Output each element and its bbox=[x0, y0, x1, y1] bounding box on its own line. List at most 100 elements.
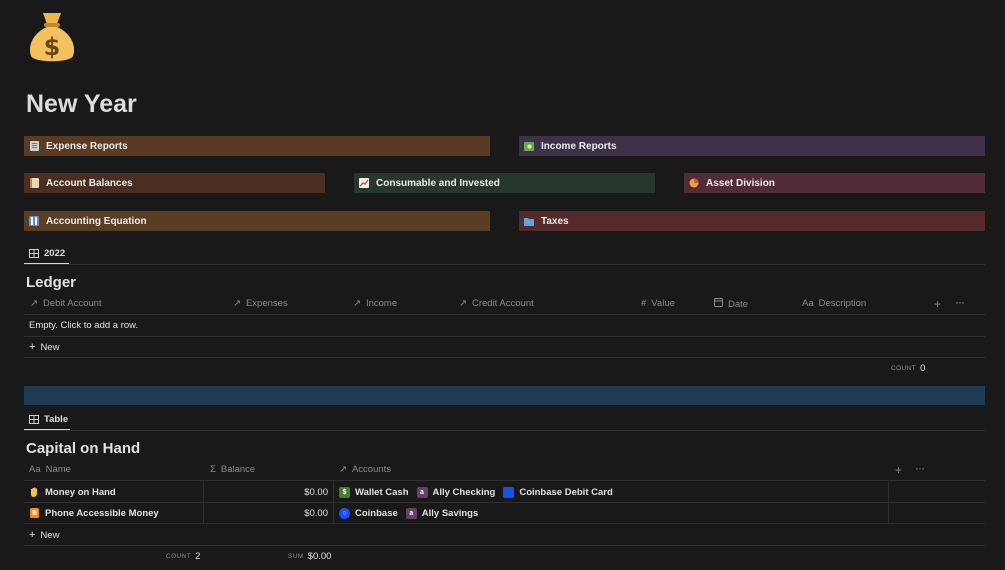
more-options-icon[interactable]: ··· bbox=[915, 461, 925, 475]
capital-count-calculation[interactable]: COUNT 2 bbox=[166, 550, 201, 562]
text-aa-icon: Aa bbox=[802, 298, 814, 309]
more-options-icon[interactable]: ··· bbox=[955, 295, 965, 309]
callout-label: Consumable and Invested bbox=[376, 177, 500, 189]
column-balance[interactable]: Σ Balance bbox=[210, 464, 255, 475]
ledger-count-calculation[interactable]: COUNT 0 bbox=[891, 363, 925, 374]
raised-hand-icon bbox=[30, 487, 39, 497]
relation-chip[interactable]: a Ally Checking bbox=[416, 486, 495, 498]
relation-arrow-icon: ↗ bbox=[459, 298, 467, 309]
column-name[interactable]: Aa Name bbox=[29, 464, 71, 475]
dollar-banknote-icon: $ bbox=[339, 486, 350, 498]
callout-label: Taxes bbox=[541, 215, 569, 227]
tab-label: Table bbox=[44, 414, 69, 425]
column-description[interactable]: Aa Description bbox=[802, 298, 866, 309]
column-value[interactable]: # Value bbox=[641, 298, 675, 309]
column-label: Name bbox=[45, 464, 71, 475]
notebook-icon bbox=[29, 178, 39, 188]
column-income[interactable]: ↗ Income bbox=[353, 298, 397, 309]
divider bbox=[24, 502, 985, 503]
divider bbox=[24, 314, 985, 315]
chip-label: Coinbase Debit Card bbox=[519, 486, 613, 498]
ally-logo-icon: a bbox=[405, 507, 417, 519]
divider bbox=[24, 264, 985, 265]
divider bbox=[24, 336, 985, 337]
text-aa-icon: Aa bbox=[29, 464, 41, 475]
callout-label: Asset Division bbox=[706, 177, 775, 189]
sigma-icon: Σ bbox=[210, 464, 216, 475]
new-row-button[interactable]: + New bbox=[29, 529, 59, 541]
tab-table[interactable]: Table bbox=[26, 412, 71, 427]
callout-income-reports[interactable]: Income Reports bbox=[519, 136, 985, 156]
divider bbox=[24, 545, 985, 546]
column-expenses[interactable]: ↗ Expenses bbox=[233, 298, 288, 309]
row-name-label: Money on Hand bbox=[45, 486, 116, 498]
column-credit-account[interactable]: ↗ Credit Account bbox=[459, 298, 534, 309]
relation-arrow-icon: ↗ bbox=[339, 464, 347, 475]
relation-arrow-icon: ↗ bbox=[353, 298, 361, 309]
calendar-icon bbox=[714, 298, 723, 310]
column-debit-account[interactable]: ↗ Debit Account bbox=[30, 298, 102, 309]
tab-label: 2022 bbox=[44, 248, 66, 259]
row-balance-value: $0.00 bbox=[304, 486, 328, 498]
relation-chip[interactable]: ○ Coinbase bbox=[339, 507, 398, 519]
column-label: Value bbox=[651, 298, 675, 309]
callout-label: Income Reports bbox=[541, 140, 617, 152]
count-value: 2 bbox=[195, 550, 201, 562]
pie-chart-icon bbox=[689, 178, 699, 188]
add-property-plus-icon[interactable]: + bbox=[895, 463, 902, 477]
relation-chip[interactable]: a Ally Savings bbox=[405, 507, 479, 519]
divider bbox=[24, 480, 985, 481]
color-banner bbox=[24, 386, 985, 405]
ledger-title: Ledger bbox=[26, 274, 77, 291]
new-row-button[interactable]: + New bbox=[29, 341, 59, 353]
chip-label: Ally Savings bbox=[421, 507, 479, 519]
row-balance-value: $0.00 bbox=[304, 507, 328, 519]
callout-consumable-and-invested[interactable]: Consumable and Invested bbox=[354, 173, 655, 193]
relation-chip[interactable]: Coinbase Debit Card bbox=[503, 486, 613, 498]
plus-icon: + bbox=[29, 341, 36, 353]
empty-table-message[interactable]: Empty. Click to add a row. bbox=[29, 320, 138, 331]
relation-arrow-icon: ↗ bbox=[30, 298, 38, 309]
folder-icon bbox=[524, 216, 534, 226]
relation-chip[interactable]: $ Wallet Cash bbox=[339, 486, 409, 498]
callout-account-balances[interactable]: Account Balances bbox=[24, 173, 325, 193]
money-bag-icon[interactable]: $ bbox=[27, 10, 77, 65]
coinbase-logo-icon: ○ bbox=[339, 507, 350, 519]
svg-text:$: $ bbox=[44, 33, 61, 61]
callout-label: Expense Reports bbox=[46, 140, 128, 152]
ally-logo-icon: a bbox=[416, 486, 428, 498]
callout-expense-reports[interactable]: Expense Reports bbox=[24, 136, 490, 156]
column-label: Credit Account bbox=[471, 298, 534, 309]
column-label: Accounts bbox=[351, 464, 392, 475]
sum-value: $0.00 bbox=[307, 550, 332, 562]
row-accounts[interactable]: $ Wallet Cash a Ally Checking Coinbase Deb… bbox=[339, 485, 621, 499]
relation-arrow-icon: ↗ bbox=[233, 298, 241, 309]
phone-icon bbox=[30, 508, 39, 518]
row-name-label: Phone Accessible Money bbox=[45, 507, 159, 519]
add-property-plus-icon[interactable]: + bbox=[934, 297, 941, 311]
column-accounts[interactable]: ↗ Accounts bbox=[339, 464, 391, 475]
chip-label: Wallet Cash bbox=[355, 486, 409, 498]
number-hash-icon: # bbox=[641, 298, 647, 309]
column-label: Expenses bbox=[245, 298, 288, 309]
count-label: COUNT bbox=[891, 364, 917, 372]
divider bbox=[24, 523, 985, 524]
table-view-icon bbox=[29, 249, 39, 258]
count-label: COUNT bbox=[166, 552, 192, 560]
card-icon bbox=[503, 486, 515, 498]
column-label: Debit Account bbox=[42, 298, 102, 309]
ledger-icon bbox=[29, 141, 39, 151]
table-row-name[interactable]: Phone Accessible Money bbox=[30, 507, 159, 519]
capital-title: Capital on Hand bbox=[26, 440, 141, 457]
capital-sum-calculation[interactable]: SUM $0.00 bbox=[288, 550, 332, 562]
column-date[interactable]: Date bbox=[714, 298, 748, 310]
column-label: Description bbox=[818, 298, 867, 309]
tab-2022[interactable]: 2022 bbox=[26, 246, 68, 261]
row-accounts[interactable]: ○ Coinbase a Ally Savings bbox=[339, 506, 486, 520]
callout-asset-division[interactable]: Asset Division bbox=[684, 173, 985, 193]
table-row-name[interactable]: Money on Hand bbox=[30, 486, 116, 498]
callout-accounting-equation[interactable]: Accounting Equation bbox=[24, 211, 490, 231]
callout-taxes[interactable]: Taxes bbox=[519, 211, 985, 231]
dollar-banknote-icon bbox=[524, 141, 534, 151]
abacus-icon bbox=[29, 216, 39, 226]
